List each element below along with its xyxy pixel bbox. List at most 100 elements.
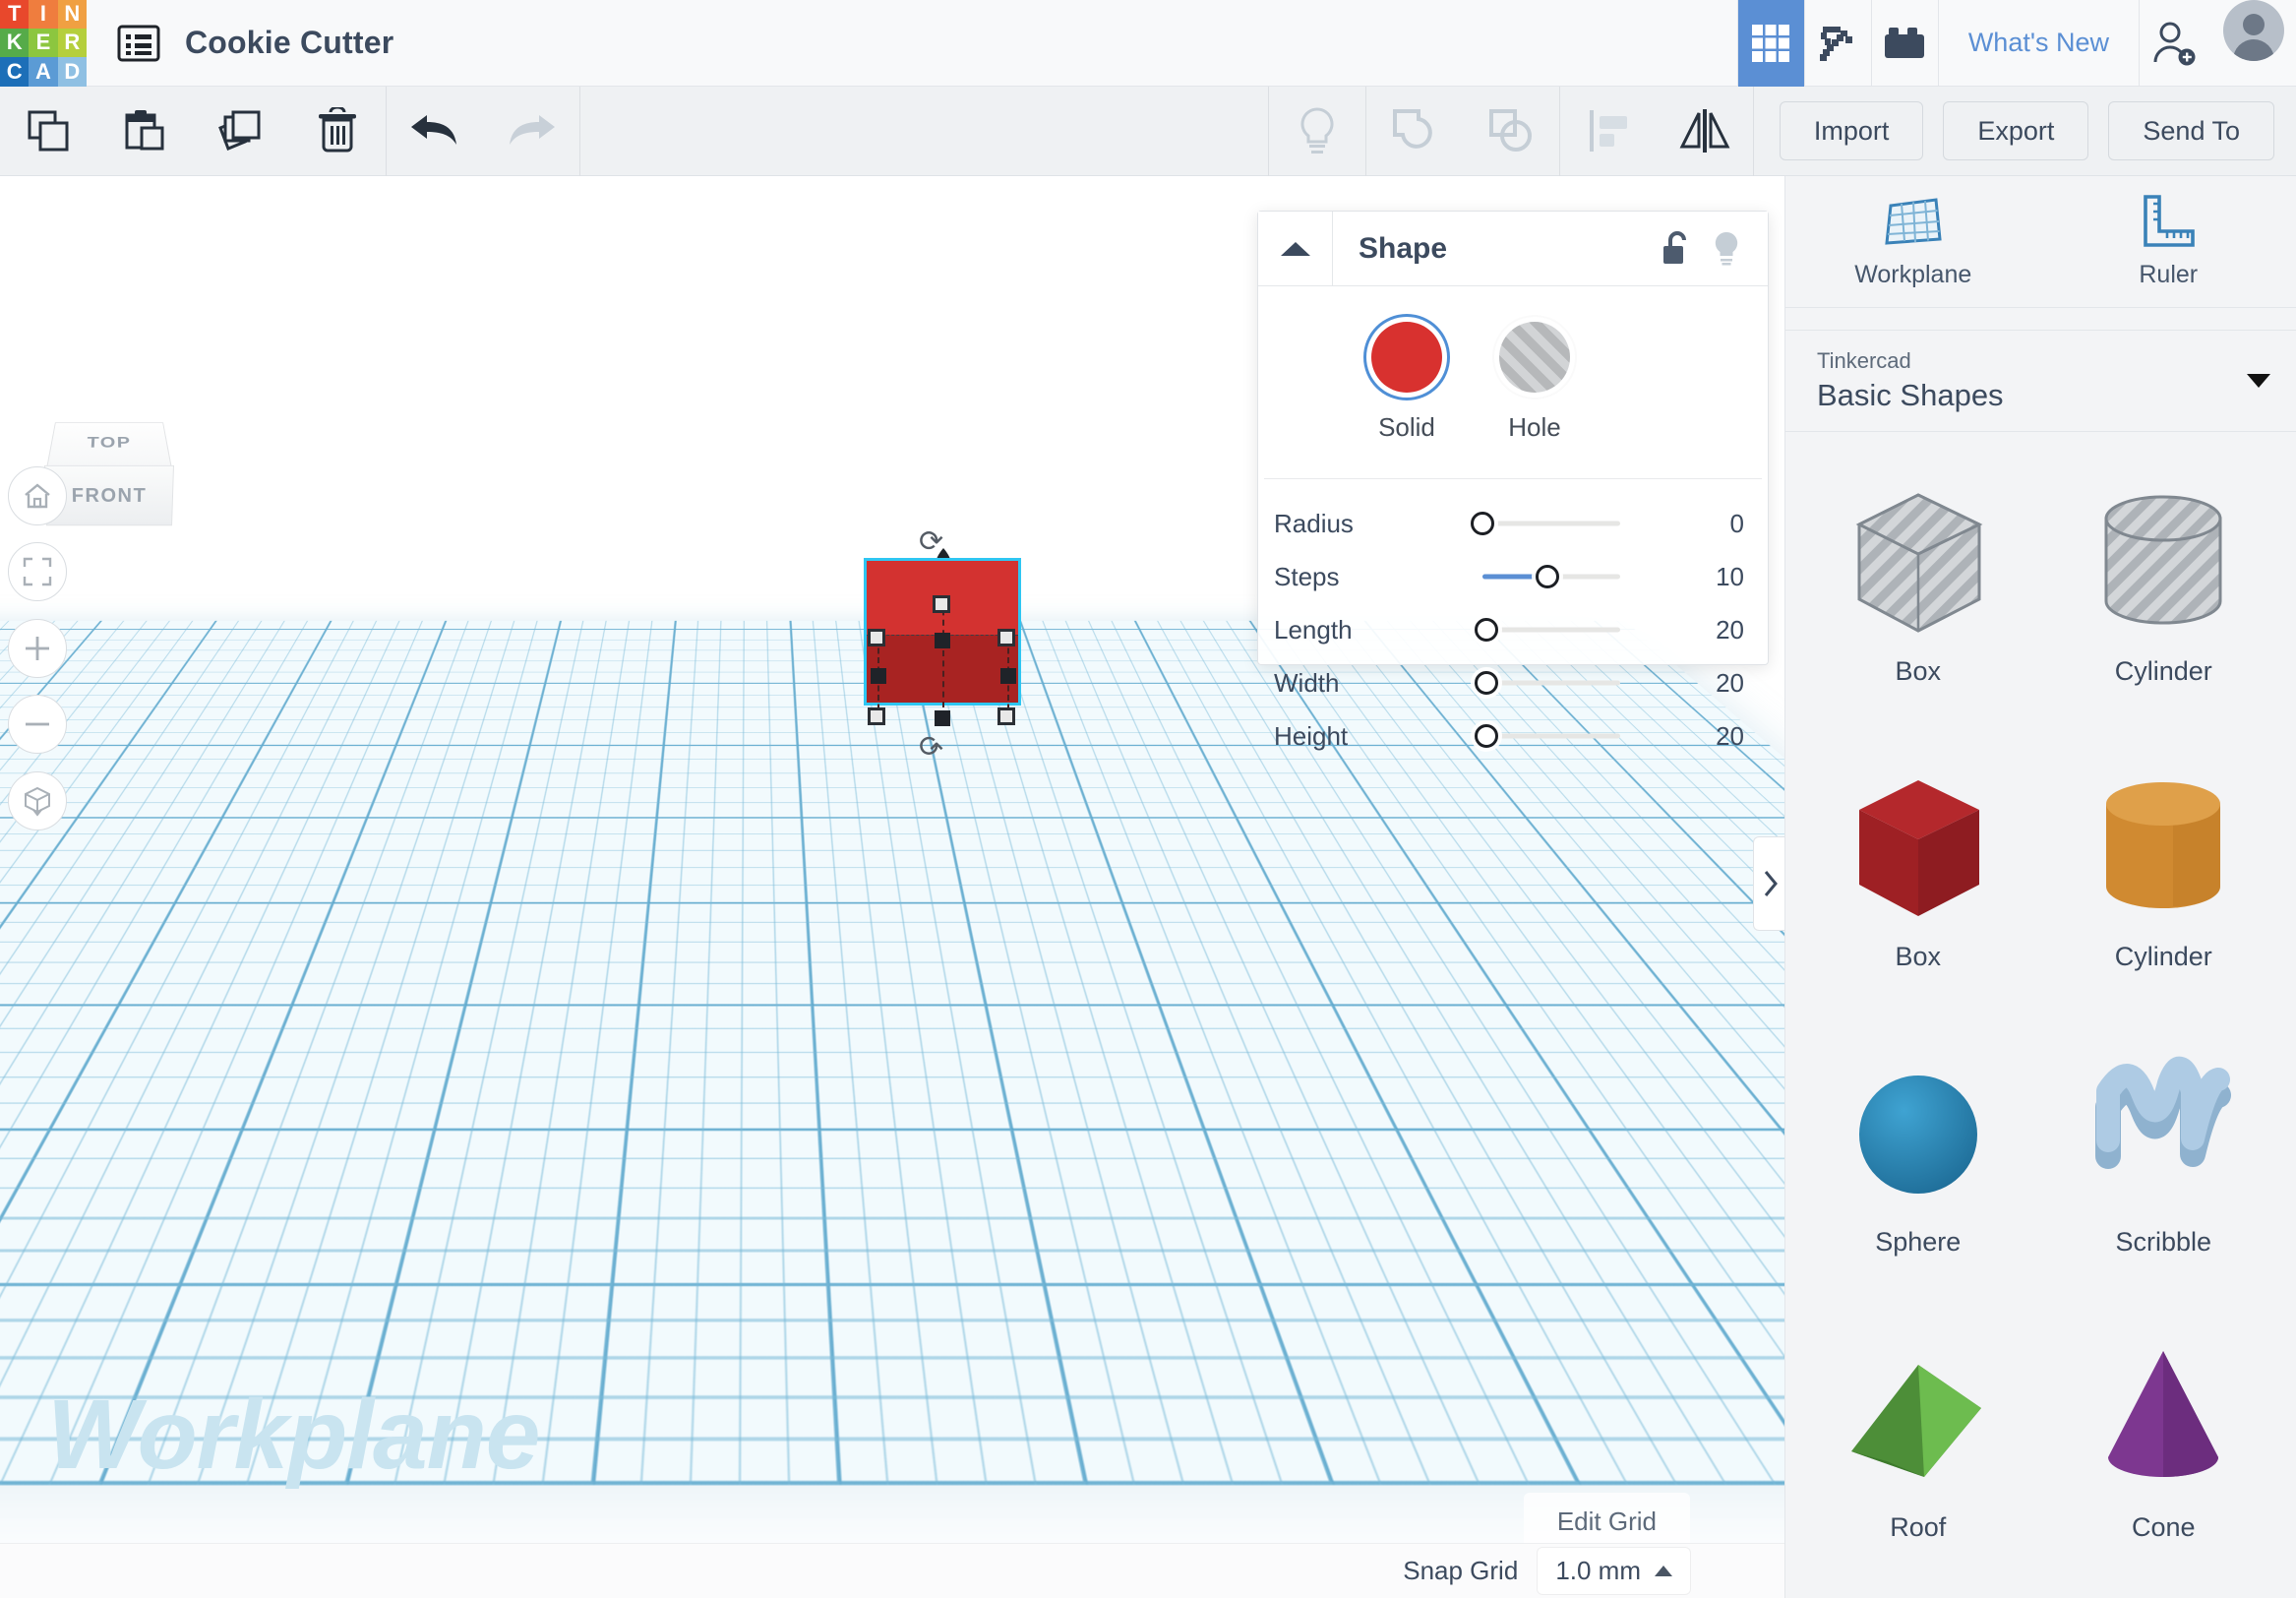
- slider-knob-length[interactable]: [1475, 618, 1498, 642]
- slider-label: Steps: [1274, 561, 1340, 591]
- edge-handle-right-center[interactable]: [1000, 668, 1016, 684]
- document-list-button[interactable]: [116, 21, 161, 66]
- undo-button[interactable]: [387, 87, 483, 176]
- shape-label: Cylinder: [2114, 942, 2212, 971]
- scale-handle-back-right[interactable]: [997, 629, 1015, 646]
- send-to-button[interactable]: Send To: [2108, 101, 2274, 160]
- lightbulb-icon[interactable]: [1711, 230, 1742, 268]
- invite-person-button[interactable]: [2139, 0, 2205, 87]
- shape-scribble[interactable]: Scribble: [2041, 1020, 2287, 1298]
- scale-handle-front-left[interactable]: [868, 707, 885, 725]
- scale-handle-back-left[interactable]: [868, 629, 885, 646]
- snap-grid-label: Snap Grid: [1403, 1556, 1519, 1585]
- edge-handle-front-center[interactable]: [935, 710, 950, 726]
- copy-icon: [28, 110, 69, 152]
- shape-cylinder-hole[interactable]: Cylinder: [2041, 450, 2287, 727]
- inspector-collapse-button[interactable]: [1258, 211, 1333, 286]
- slider-value[interactable]: 20: [1683, 615, 1744, 645]
- ungroup-button[interactable]: [1463, 87, 1559, 176]
- hole-swatch[interactable]: Hole: [1471, 322, 1599, 443]
- avatar[interactable]: [2223, 0, 2284, 61]
- unlocked-padlock-icon[interactable]: [1662, 230, 1691, 267]
- zoom-in-button[interactable]: [8, 619, 67, 678]
- group-tool-group: [1366, 87, 1559, 176]
- slider-track-wrap[interactable]: [1388, 656, 1683, 709]
- whats-new-link[interactable]: What's New: [1937, 0, 2139, 87]
- ortho-perspective-button[interactable]: [8, 771, 67, 830]
- minecraft-button[interactable]: [1803, 0, 1871, 87]
- toolbar-divider: [579, 86, 580, 176]
- apps-grid-button[interactable]: [1736, 0, 1804, 87]
- scale-handle-top-center[interactable]: [933, 595, 950, 613]
- fit-all-button[interactable]: [8, 542, 67, 601]
- lightbulb-icon: [1300, 107, 1334, 154]
- library-name-label: Basic Shapes: [1817, 378, 2004, 412]
- slider-knob-steps[interactable]: [1536, 565, 1559, 588]
- minus-icon: [26, 722, 49, 726]
- slider-track-wrap[interactable]: [1388, 603, 1683, 656]
- slider-track-wrap[interactable]: [1388, 497, 1683, 550]
- tinkercad-logo[interactable]: T I N K E R C A D: [0, 0, 87, 87]
- slider-value[interactable]: 20: [1683, 668, 1744, 699]
- arrange-tool-group: [1560, 87, 1753, 176]
- shape-box-hole[interactable]: Box: [1795, 450, 2041, 727]
- paste-button[interactable]: [96, 87, 193, 176]
- align-button[interactable]: [1560, 87, 1657, 176]
- inspector-title: Shape: [1359, 231, 1448, 265]
- edge-handle-back-center[interactable]: [935, 633, 950, 648]
- hint-button[interactable]: [1269, 87, 1365, 176]
- list-icon: [117, 25, 160, 61]
- shape-box-red[interactable]: Box: [1795, 735, 2041, 1013]
- workplane-tool-label: Workplane: [1854, 261, 1972, 288]
- delete-button[interactable]: [289, 87, 386, 176]
- edge-handle-left-center[interactable]: [871, 668, 886, 684]
- slider-row-height: Height 20: [1258, 709, 1768, 763]
- selected-shape[interactable]: ⟳ ⟳: [844, 525, 1041, 767]
- slider-knob-height[interactable]: [1475, 724, 1498, 748]
- redo-button[interactable]: [483, 87, 579, 176]
- mirror-button[interactable]: [1657, 87, 1753, 176]
- snap-grid-select[interactable]: 1.0 mm: [1538, 1548, 1690, 1594]
- group-button[interactable]: [1366, 87, 1463, 176]
- top-bar: T I N K E R C A D Cookie Cutter What's N…: [0, 0, 2296, 87]
- workplane-grid-icon: [1885, 198, 1942, 245]
- shape-cone[interactable]: Cone: [2041, 1306, 2287, 1583]
- blocks-button[interactable]: [1870, 0, 1938, 87]
- shape-label: Cone: [2131, 1512, 2196, 1542]
- solid-swatch[interactable]: Solid: [1343, 322, 1471, 443]
- duplicate-button[interactable]: [193, 87, 289, 176]
- view-cube-top-face[interactable]: TOP: [46, 422, 172, 466]
- slider-value[interactable]: 0: [1683, 509, 1744, 539]
- import-button[interactable]: Import: [1779, 101, 1924, 160]
- export-button[interactable]: Export: [1943, 101, 2089, 160]
- triangle-up-icon: [1280, 241, 1310, 256]
- slider-row-length: Length 20: [1258, 603, 1768, 656]
- workplane-tool[interactable]: Workplane: [1785, 176, 2041, 307]
- action-button-group: Import Export Send To: [1754, 101, 2296, 160]
- shape-library-select[interactable]: Tinkercad Basic Shapes: [1785, 330, 2296, 432]
- panel-toggle-button[interactable]: [1753, 836, 1786, 931]
- slider-track-wrap[interactable]: [1388, 550, 1683, 603]
- copy-button[interactable]: [0, 87, 96, 176]
- undo-arrow-icon: [411, 115, 456, 145]
- slider-value[interactable]: 20: [1683, 721, 1744, 752]
- slider-knob-width[interactable]: [1475, 671, 1498, 695]
- logo-letter: D: [57, 57, 87, 87]
- ruler-tool[interactable]: Ruler: [2041, 176, 2296, 307]
- zoom-out-button[interactable]: [8, 695, 67, 754]
- ruler-tool-label: Ruler: [2139, 261, 2199, 288]
- pickaxe-minecraft-icon: [1820, 26, 1853, 61]
- scale-handle-front-right[interactable]: [997, 707, 1015, 725]
- slider-track-wrap[interactable]: [1388, 709, 1683, 763]
- logo-letter: I: [29, 0, 58, 29]
- status-bar: Snap Grid 1.0 mm: [0, 1543, 1784, 1598]
- shape-cylinder-orange[interactable]: Cylinder: [2041, 735, 2287, 1013]
- home-view-button[interactable]: [8, 466, 67, 525]
- project-title[interactable]: Cookie Cutter: [185, 25, 393, 61]
- logo-letter: T: [0, 0, 30, 29]
- rotate-handle-bottom[interactable]: ⟳: [919, 727, 943, 762]
- slider-knob-radius[interactable]: [1471, 512, 1494, 535]
- slider-value[interactable]: 10: [1683, 562, 1744, 592]
- shape-sphere[interactable]: Sphere: [1795, 1020, 2041, 1298]
- shape-roof[interactable]: Roof: [1795, 1306, 2041, 1583]
